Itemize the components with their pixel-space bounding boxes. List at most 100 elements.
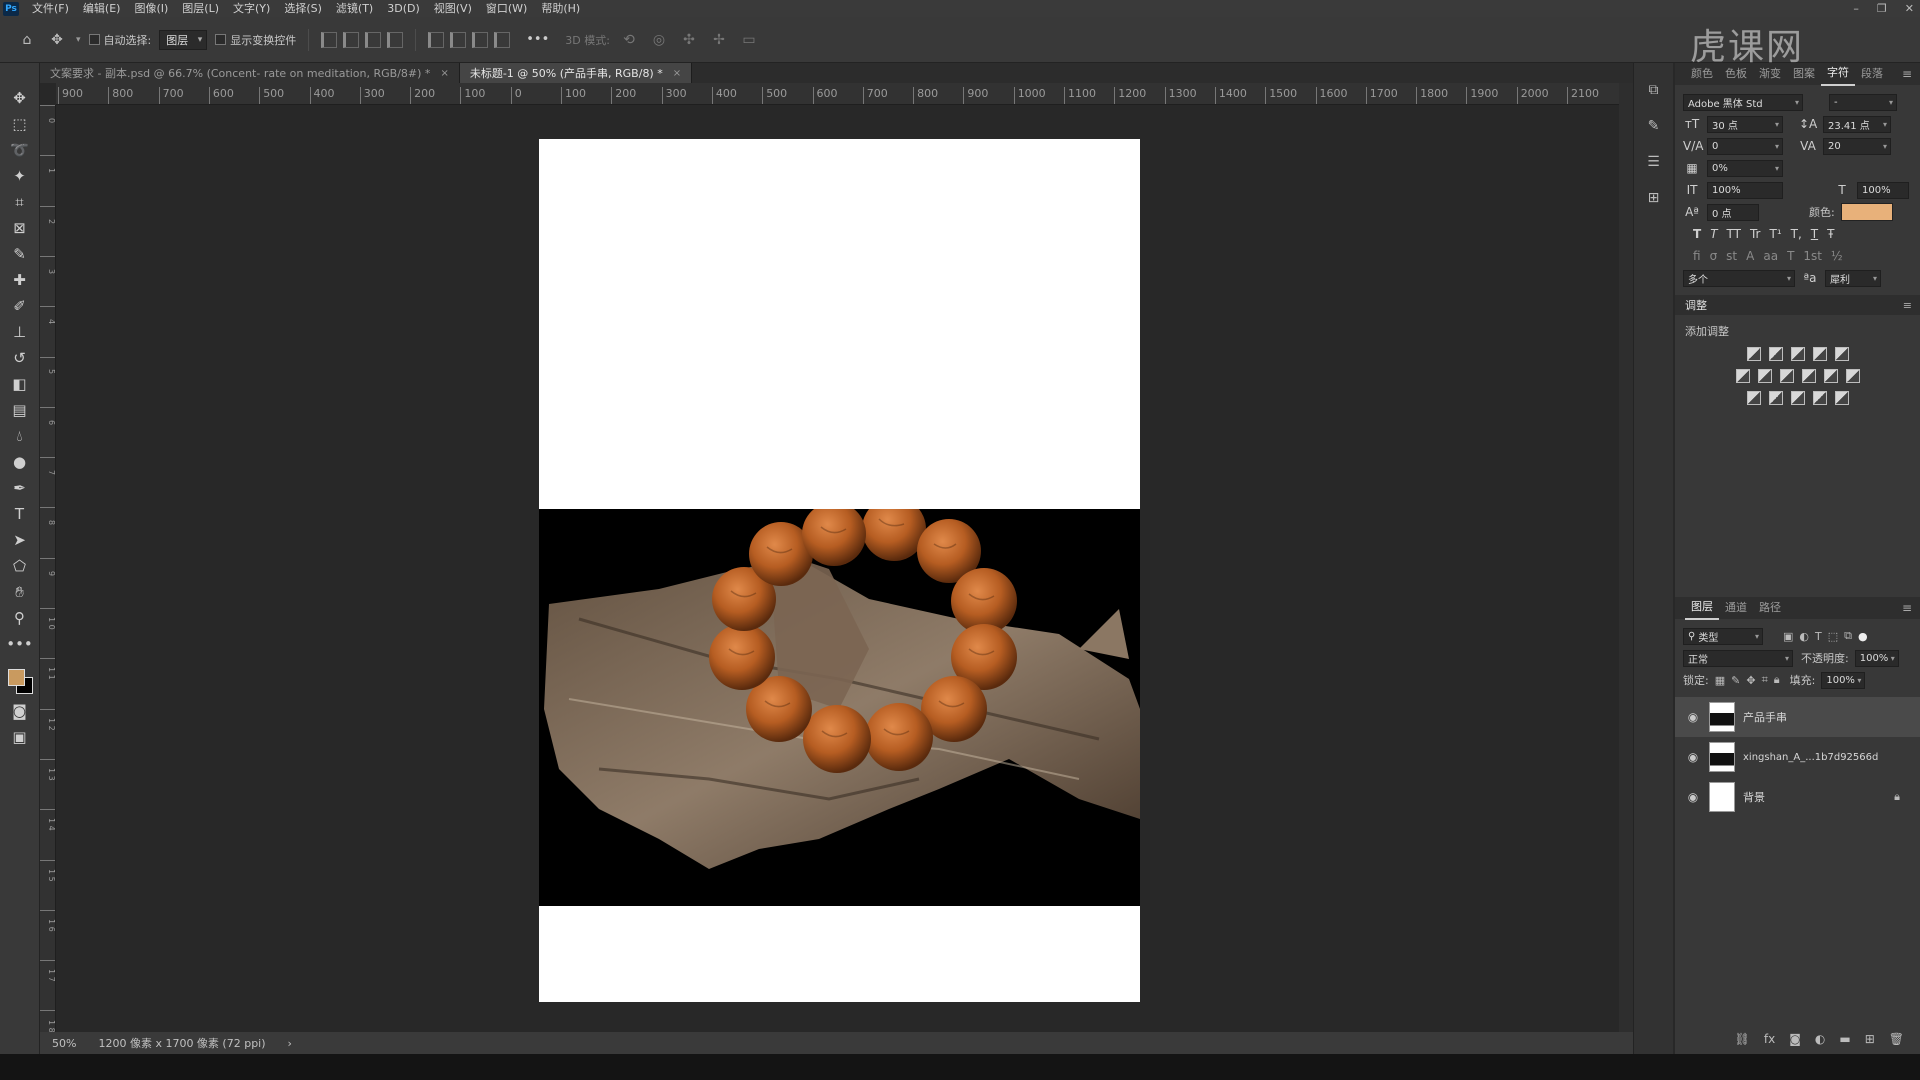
tab-color[interactable]: 颜色 <box>1685 63 1719 85</box>
layer-row[interactable]: ◉ xingshan_A_...1b7d92566d <box>1675 737 1920 777</box>
titling-alternates-button[interactable]: T <box>1787 249 1794 263</box>
ruler-horizontal[interactable]: 900 800 700 600 500 400 300 200 100 0 100 200 300 400… <box>56 83 1619 105</box>
close-tab-icon[interactable]: × <box>673 68 681 79</box>
swash-button[interactable]: A <box>1746 249 1754 263</box>
auto-select-target-dropdown[interactable]: 图层 <box>159 29 208 50</box>
history-panel-icon[interactable]: ⧉ <box>1643 81 1665 99</box>
move-tool-icon[interactable]: ✥ <box>7 87 33 108</box>
filter-adjustment-icon[interactable]: ◐ <box>1799 630 1809 643</box>
underline-button[interactable]: T <box>1811 227 1818 241</box>
3d-slide-icon[interactable]: ✢ <box>708 29 730 51</box>
lock-all-icon[interactable]: 🔒︎ <box>1774 673 1780 687</box>
tab-paragraph[interactable]: 段落 <box>1855 63 1889 85</box>
foreground-color-swatch[interactable] <box>7 669 25 686</box>
menu-image[interactable]: 图像(I) <box>127 0 175 17</box>
add-mask-icon[interactable]: ◙ <box>1789 1032 1801 1046</box>
selective-color-icon[interactable] <box>1812 391 1827 405</box>
faux-italic-button[interactable]: T <box>1710 227 1717 241</box>
horizontal-scale-field[interactable]: 100% <box>1857 181 1909 199</box>
distribute-icon[interactable] <box>387 31 404 48</box>
hand-tool-icon[interactable]: ✋︎ <box>7 581 33 602</box>
delete-layer-icon[interactable]: 🗑︎ <box>1889 1032 1904 1046</box>
align-center-icon[interactable] <box>343 31 360 48</box>
3d-pan-icon[interactable]: ✣ <box>678 29 700 51</box>
lock-pixels-icon[interactable]: ✎ <box>1731 674 1740 687</box>
distribute-vertical-icon[interactable] <box>494 31 511 48</box>
libraries-icon[interactable]: ⊞ <box>1643 189 1665 207</box>
layer-filter-dropdown[interactable]: ⚲ 类型 <box>1683 627 1763 645</box>
text-color-swatch[interactable] <box>1840 203 1893 221</box>
font-family-dropdown[interactable]: Adobe 黑体 Std <box>1683 93 1803 111</box>
all-caps-button[interactable]: TT <box>1727 227 1741 241</box>
new-group-icon[interactable]: ▬ <box>1839 1032 1850 1046</box>
document-canvas[interactable] <box>539 139 1140 1002</box>
eye-icon[interactable]: ◉ <box>1685 790 1701 804</box>
anti-alias-dropdown[interactable]: 犀利 <box>1825 269 1881 287</box>
strikethrough-button[interactable]: Ŧ <box>1827 227 1834 241</box>
tsume-field[interactable]: 0% <box>1707 159 1783 177</box>
blend-mode-dropdown[interactable]: 正常 <box>1683 649 1793 667</box>
stamp-tool-icon[interactable]: ⊥ <box>7 321 33 342</box>
3d-roll-icon[interactable]: ◎ <box>648 29 670 51</box>
gradient-tool-icon[interactable]: ▤ <box>7 399 33 420</box>
quick-mask-icon[interactable]: ◙ <box>7 700 33 721</box>
menu-select[interactable]: 选择(S) <box>277 0 329 17</box>
vibrance-icon[interactable] <box>1834 347 1849 361</box>
brightness-contrast-icon[interactable] <box>1746 347 1761 361</box>
ordinals-button[interactable]: 1st <box>1803 249 1822 263</box>
hue-saturation-icon[interactable] <box>1735 369 1750 383</box>
tool-preset-chevron-icon[interactable]: ▾ <box>76 35 81 45</box>
vertical-scale-field[interactable]: 100% <box>1707 181 1783 199</box>
panel-menu-icon[interactable]: ≡ <box>1902 67 1912 81</box>
eye-icon[interactable]: ◉ <box>1685 750 1701 764</box>
channel-mixer-icon[interactable] <box>1823 369 1838 383</box>
properties-icon[interactable]: ☰ <box>1643 153 1665 171</box>
leading-field[interactable]: 23.41 点 <box>1823 115 1891 133</box>
align-right-icon[interactable] <box>365 31 382 48</box>
show-transform-box[interactable] <box>215 34 227 45</box>
align-middle-icon[interactable] <box>450 31 467 48</box>
tab-gradients[interactable]: 渐变 <box>1753 63 1787 85</box>
doc-tab-untitled[interactable]: 未标题-1 @ 50% (产品手串, RGB/8) * × <box>459 63 693 83</box>
color-swatches[interactable] <box>5 665 35 695</box>
faux-bold-button[interactable]: T <box>1693 227 1701 241</box>
auto-select-checkbox[interactable]: 自动选择: <box>88 32 151 48</box>
close-tab-icon[interactable]: × <box>440 68 448 79</box>
history-brush-icon[interactable]: ↺ <box>7 347 33 368</box>
pen-tool-icon[interactable]: ✒ <box>7 477 33 498</box>
menu-window[interactable]: 窗口(W) <box>479 0 534 17</box>
path-selection-icon[interactable]: ➤ <box>7 529 33 550</box>
lock-transparent-icon[interactable]: ▦ <box>1715 674 1725 687</box>
shape-tool-icon[interactable]: ⬠ <box>7 555 33 576</box>
lasso-tool-icon[interactable]: ➰ <box>7 139 33 160</box>
filter-shape-icon[interactable]: ⬚ <box>1828 630 1838 643</box>
exposure-icon[interactable] <box>1812 347 1827 361</box>
dodge-tool-icon[interactable]: ● <box>7 451 33 472</box>
filter-type-icon[interactable]: T <box>1815 630 1822 643</box>
brush-settings-icon[interactable]: ✎ <box>1643 117 1665 135</box>
restore-button[interactable]: ❐ <box>1877 0 1887 17</box>
contextual-alternates-button[interactable]: σ <box>1710 249 1718 263</box>
filter-toggle-icon[interactable]: ● <box>1858 630 1868 643</box>
menu-view[interactable]: 视图(V) <box>427 0 479 17</box>
new-layer-icon[interactable]: ⊞ <box>1865 1032 1875 1046</box>
font-style-dropdown[interactable]: - <box>1829 93 1897 111</box>
align-bottom-icon[interactable] <box>472 31 489 48</box>
fill-field[interactable]: 100% <box>1821 671 1866 689</box>
move-tool-icon[interactable]: ✥ <box>46 29 68 51</box>
minimize-button[interactable]: – <box>1853 0 1859 17</box>
superscript-button[interactable]: T¹ <box>1769 227 1781 241</box>
curves-icon[interactable] <box>1790 347 1805 361</box>
healing-brush-icon[interactable]: ✚ <box>7 269 33 290</box>
opacity-field[interactable]: 100% <box>1854 649 1899 667</box>
crop-tool-icon[interactable]: ⌗ <box>7 191 33 212</box>
baseline-shift-field[interactable]: 0 点 <box>1707 203 1759 221</box>
font-size-field[interactable]: 30 点 <box>1707 115 1783 133</box>
tab-paths[interactable]: 路径 <box>1753 597 1787 619</box>
stylistic-alternates-button[interactable]: aa <box>1763 249 1778 263</box>
layer-style-icon[interactable]: fx <box>1764 1032 1775 1046</box>
kerning-field[interactable]: 0 <box>1707 137 1783 155</box>
layer-row[interactable]: ◉ 背景 🔒︎ <box>1675 777 1920 817</box>
ruler-vertical[interactable]: 01234567891 01 11 21 31 41 51 61 71 81 9 <box>40 105 56 1040</box>
tab-layers[interactable]: 图层 <box>1685 596 1719 620</box>
